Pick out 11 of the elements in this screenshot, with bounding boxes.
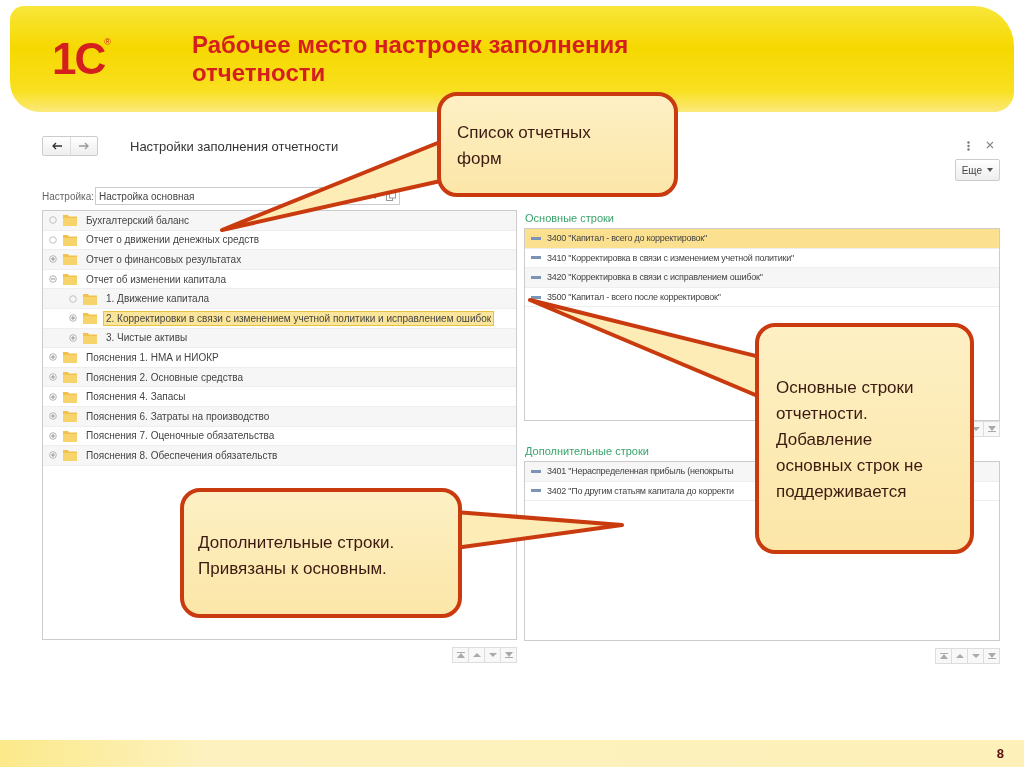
window-title: Настройки заполнения отчетности xyxy=(130,138,339,154)
page-number: 8 xyxy=(996,746,1004,761)
callout-text: Дополнительные строки. Привязаны к основным. xyxy=(198,532,396,580)
callout-text: Список отчетных форм xyxy=(457,122,592,170)
section-heading: Основные строки xyxy=(525,212,615,226)
logo: 1С xyxy=(52,37,105,81)
section-heading: Дополнительные строки xyxy=(525,445,650,459)
callout-text: Основные строки отчетности. Добавление основных строк не поддерживается xyxy=(776,377,924,503)
registered-mark: ® xyxy=(104,37,111,47)
slide-title: Рабочее место настроек заполнения отчетности xyxy=(192,31,630,87)
setting-label: Настройка: xyxy=(42,190,95,202)
